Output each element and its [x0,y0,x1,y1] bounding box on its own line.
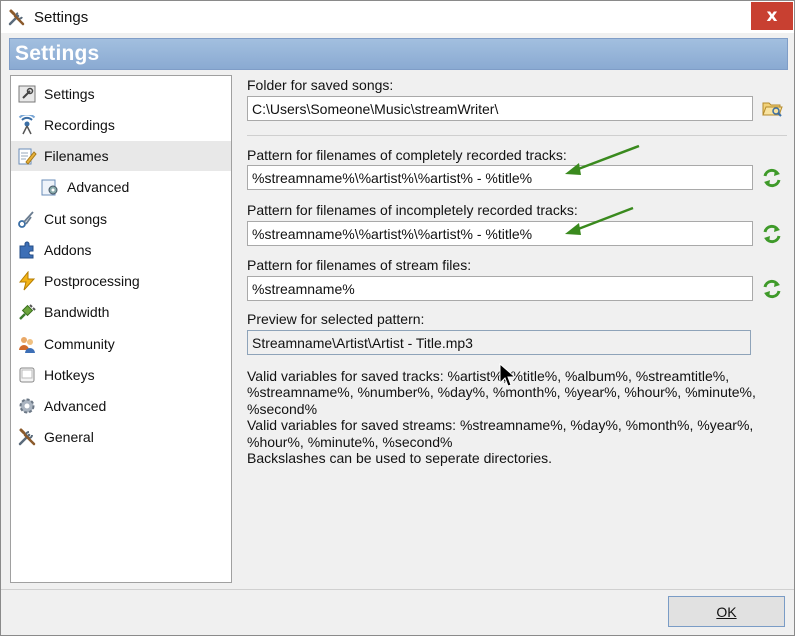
sidebar-item-label: Cut songs [44,211,108,227]
info-line: %hour%, %minute%, %second% [247,433,453,450]
gear-icon [19,398,35,414]
sidebar-item-label: Filenames [44,148,109,164]
sidebar-item-label: Community [44,336,115,352]
window-title: Settings [34,9,89,26]
sidebar-item-label: Advanced [67,179,130,195]
sidebar-item-label: Hotkeys [44,367,95,383]
tools-icon [18,428,36,446]
annotation-arrow-icon [565,144,640,175]
reset-pattern-icon[interactable] [761,278,783,300]
incomplete-pattern-input[interactable] [247,221,753,246]
page-title: Settings [15,42,100,65]
sidebar-item-addons[interactable]: Addons [11,235,231,265]
filenames-panel: Folder for saved songs: Pattern for file… [247,75,787,585]
folder-label: Folder for saved songs: [247,77,394,93]
addons-icon [19,241,34,259]
preview-field [247,330,751,355]
stream-pattern-input[interactable] [247,276,753,301]
lightning-icon [18,271,36,291]
tools-icon [8,9,25,26]
cut-songs-icon [18,211,34,228]
keyboard-key-icon [19,367,35,383]
browse-folder-icon[interactable] [761,97,783,119]
sidebar-item-label: Settings [44,86,95,102]
sidebar-item-label: Advanced [44,398,107,414]
header-banner: Settings [9,38,788,70]
annotation-arrow-icon [565,206,634,235]
sidebar-item-hotkeys[interactable]: Hotkeys [11,360,231,390]
sidebar-item-settings[interactable]: Settings [11,79,231,109]
title-bar[interactable]: Settings x [1,1,794,33]
separator [247,135,787,136]
sidebar-item-filenames[interactable]: Filenames [11,141,231,171]
community-icon [19,337,35,353]
reset-pattern-icon[interactable] [761,223,783,245]
ok-button[interactable]: OK [668,596,785,627]
recordings-icon [18,115,36,135]
settings-window: Settings x Settings Settings Recordings [0,0,795,636]
sidebar-item-label: Addons [44,242,92,258]
info-line: Valid variables for saved streams: %stre… [247,417,754,434]
sidebar-item-community[interactable]: Community [11,329,231,359]
info-line: Backslashes can be used to seperate dire… [247,450,553,467]
info-line: %second% [247,400,318,417]
sidebar-item-recordings[interactable]: Recordings [11,110,231,140]
sidebar-item-label: General [44,429,94,445]
sidebar-item-advanced-sub[interactable]: Advanced [11,172,231,202]
sidebar-item-cut-songs[interactable]: Cut songs [11,204,231,234]
reset-pattern-icon[interactable] [761,167,783,189]
sidebar-item-label: Bandwidth [44,304,110,320]
complete-pattern-input[interactable] [247,165,753,190]
preview-label: Preview for selected pattern: [247,311,425,327]
stream-pattern-label: Pattern for filenames of stream files: [247,257,472,273]
folder-input[interactable] [247,96,753,121]
close-button[interactable]: x [751,2,793,30]
footer-divider [1,589,794,590]
complete-pattern-label: Pattern for filenames of completely reco… [247,147,567,163]
sidebar-item-postprocessing[interactable]: Postprocessing [11,266,231,296]
sidebar-item-general[interactable]: General [11,422,231,452]
sidebar: Settings Recordings Filenames Advanced C… [10,75,232,583]
advanced-sub-icon [41,179,58,196]
plug-icon [19,304,36,320]
incomplete-pattern-label: Pattern for filenames of incompletely re… [247,202,578,218]
sidebar-item-bandwidth[interactable]: Bandwidth [11,297,231,327]
filenames-icon [18,148,37,165]
sidebar-item-label: Postprocessing [44,273,140,289]
sidebar-item-advanced[interactable]: Advanced [11,391,231,421]
sidebar-item-label: Recordings [44,117,115,133]
mouse-cursor-icon [499,363,517,387]
settings-icon [18,85,36,103]
